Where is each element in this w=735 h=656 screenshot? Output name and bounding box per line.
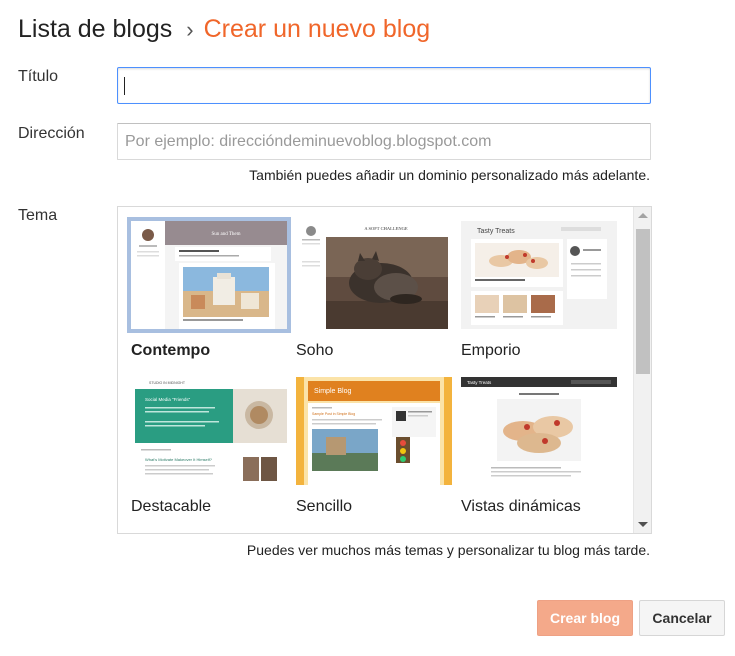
theme-sencillo-thumb-post: Sample Post in Simple Blog (312, 412, 355, 416)
theme-emporio-preview: Tasty Treats (461, 221, 617, 329)
theme-label: Tema (18, 207, 58, 224)
breadcrumb: Lista de blogs › Crear un nuevo blog (18, 12, 430, 47)
theme-soho-thumb-title: A SOFT CHALLENGE (364, 226, 407, 231)
scroll-thumb[interactable] (636, 229, 650, 374)
cancel-button[interactable]: Cancelar (639, 600, 725, 636)
theme-emporio-thumb-title: Tasty Treats (477, 228, 515, 235)
theme-destacable-name: Destacable (131, 498, 212, 515)
text-caret (124, 77, 125, 95)
theme-contempo-preview: Sun and Them (127, 217, 291, 333)
create-blog-button[interactable]: Crear blog (537, 600, 633, 636)
theme-emporio-name: Emporio (461, 342, 521, 359)
theme-picker: Sun and Them Contempo A SOFT CHALLENGE S… (117, 206, 652, 534)
theme-soho-name: Soho (296, 342, 334, 359)
theme-destacable-thumb-post: Social Media "Friends" (145, 397, 191, 402)
scroll-up-arrow-icon[interactable] (638, 213, 648, 218)
theme-soho-preview: A SOFT CHALLENGE (296, 221, 452, 329)
theme-vistas-dinamicas-preview: Tasty Treats (461, 377, 617, 485)
theme-vistas-thumb-title: Tasty Treats (467, 380, 492, 385)
theme-picker-scrollbar[interactable] (633, 207, 651, 533)
theme-sencillo-preview: Simple Blog Sample Post in Simple Blog (296, 377, 452, 485)
theme-destacable-thumb-head: STUDIO IN MIDNIGHT (149, 381, 186, 385)
title-input[interactable] (117, 67, 651, 104)
address-label: Dirección (18, 125, 85, 142)
theme-sencillo-name: Sencillo (296, 498, 353, 515)
theme-sencillo-thumb-title: Simple Blog (314, 388, 351, 395)
breadcrumb-blog-list-link[interactable]: Lista de blogs (18, 15, 172, 43)
breadcrumb-separator: › (186, 17, 194, 42)
themes-footnote: Puedes ver muchos más temas y personaliz… (246, 542, 650, 558)
theme-destacable-thumb-post2: What's Motivate Makeover It Himself? (145, 457, 213, 462)
theme-contempo-thumb-title: Sun and Them (211, 232, 240, 237)
title-label: Título (18, 68, 59, 85)
address-hint: También puedes añadir un dominio persona… (249, 167, 650, 183)
page-title: Crear un nuevo blog (203, 15, 431, 43)
address-input[interactable] (117, 123, 651, 160)
theme-contempo-name: Contempo (131, 342, 211, 359)
scroll-down-arrow-icon[interactable] (638, 522, 648, 527)
theme-vistas-dinamicas-name: Vistas dinámicas (461, 498, 581, 515)
theme-destacable-preview: STUDIO IN MIDNIGHT Social Media "Friends… (131, 377, 287, 485)
